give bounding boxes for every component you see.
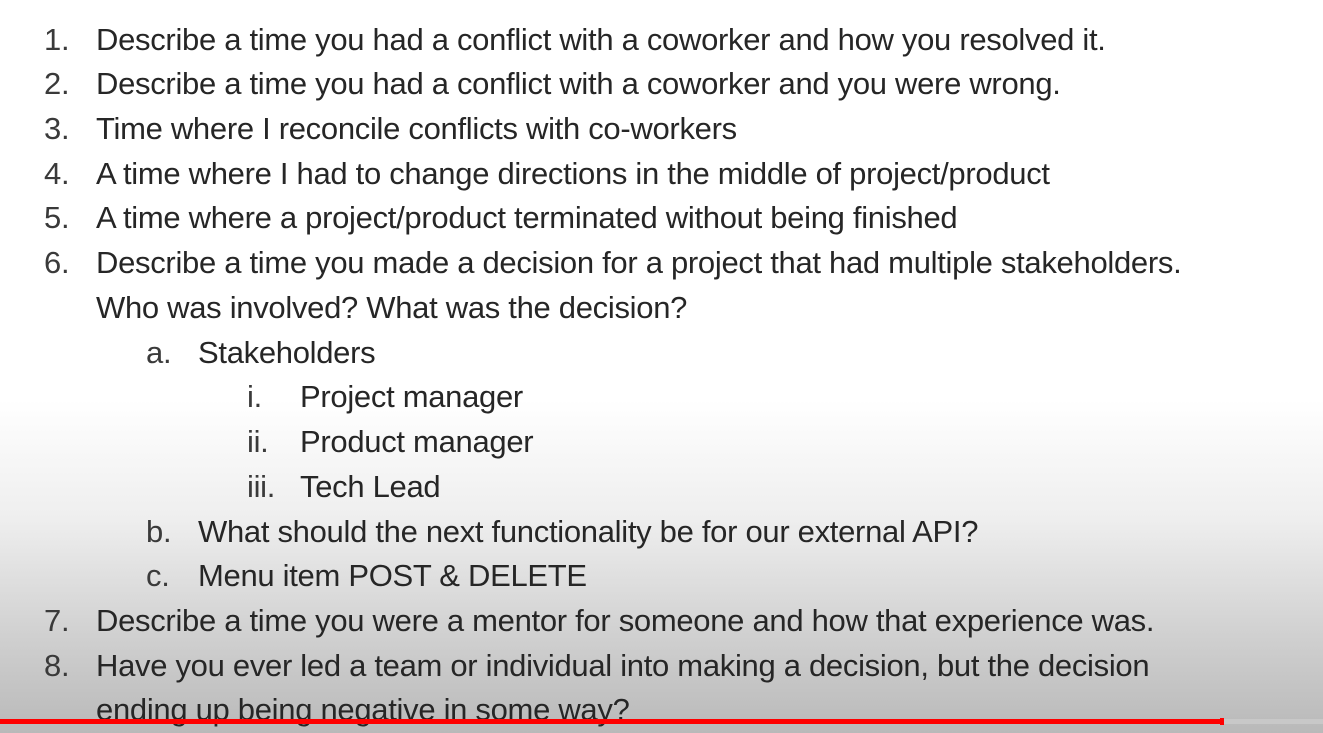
video-progress-fill [0, 718, 1225, 725]
list-number: 1. [44, 22, 70, 57]
sub-sub-list-item-text: Project manager [300, 379, 523, 414]
list-roman: ii. [247, 424, 269, 459]
list-letter: b. [146, 514, 172, 549]
sub-list-item-text: Stakeholders [198, 335, 376, 370]
list-item-text: Have you ever led a team or individual i… [96, 648, 1150, 683]
sub-sub-list-item-text: Product manager [300, 424, 534, 459]
list-letter: c. [146, 558, 170, 593]
sub-list-item-text: What should the next functionality be fo… [198, 514, 979, 549]
list-roman: i. [247, 379, 262, 414]
list-item-text: A time where I had to change directions … [96, 156, 1050, 191]
list-item-text: Describe a time you were a mentor for so… [96, 603, 1155, 638]
list-number: 3. [44, 111, 70, 146]
sub-sub-list-item-text: Tech Lead [300, 469, 441, 504]
list-number: 8. [44, 648, 70, 683]
list-item-text: Describe a time you made a decision for … [96, 245, 1182, 280]
list-number: 5. [44, 200, 70, 235]
list-number: 6. [44, 245, 70, 280]
list-number: 2. [44, 66, 70, 101]
sub-list-item-text: Menu item POST & DELETE [198, 558, 587, 593]
list-item-text: Describe a time you had a conflict with … [96, 66, 1061, 101]
list-item-text: Who was involved? What was the decision? [96, 290, 688, 325]
list-roman: iii. [247, 469, 276, 504]
list-item-text: Describe a time you had a conflict with … [96, 22, 1106, 57]
list-number: 7. [44, 603, 70, 638]
list-item-text: Time where I reconcile conflicts with co… [96, 111, 737, 146]
video-progress-bar[interactable] [0, 718, 1323, 725]
list-item-text: A time where a project/product terminate… [96, 200, 958, 235]
list-letter: a. [146, 335, 172, 370]
document-page: 1. Describe a time you had a conflict wi… [0, 0, 1323, 733]
list-number: 4. [44, 156, 70, 191]
